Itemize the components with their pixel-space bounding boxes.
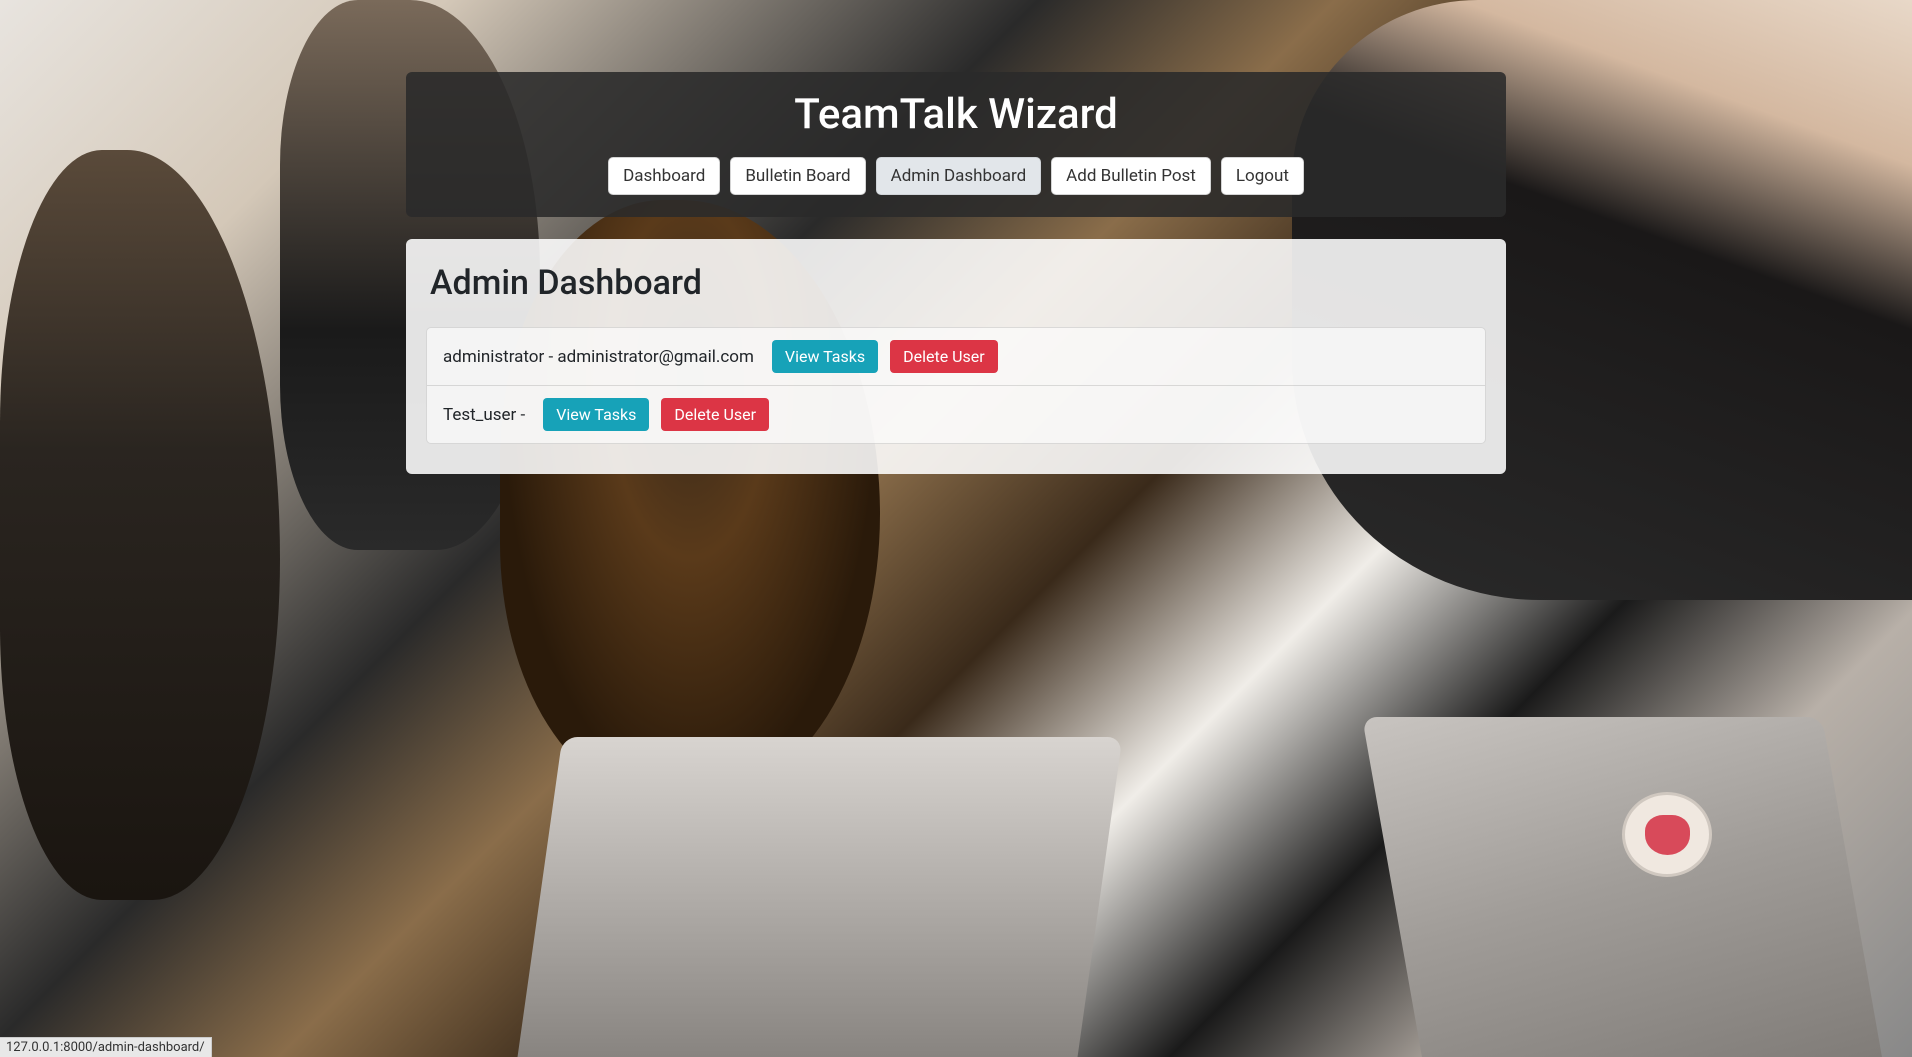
status-bar: 127.0.0.1:8000/admin-dashboard/ <box>0 1037 212 1057</box>
user-label: administrator - administrator@gmail.com <box>443 347 754 367</box>
nav-admin-dashboard[interactable]: Admin Dashboard <box>876 157 1042 195</box>
nav-bulletin-board[interactable]: Bulletin Board <box>730 157 865 195</box>
app-header: TeamTalk Wizard Dashboard Bulletin Board A… <box>406 72 1506 217</box>
page-title: Admin Dashboard <box>426 263 1486 303</box>
nav-add-bulletin-post[interactable]: Add Bulletin Post <box>1051 157 1211 195</box>
user-list: administrator - administrator@gmail.com V… <box>426 327 1486 444</box>
content-card: Admin Dashboard administrator - administ… <box>406 239 1506 474</box>
nav-logout[interactable]: Logout <box>1221 157 1304 195</box>
user-row: Test_user - View Tasks Delete User <box>427 386 1485 443</box>
view-tasks-button[interactable]: View Tasks <box>772 340 878 373</box>
delete-user-button[interactable]: Delete User <box>890 340 998 373</box>
main-nav: Dashboard Bulletin Board Admin DashboardAd… <box>426 157 1486 195</box>
view-tasks-button[interactable]: View Tasks <box>543 398 649 431</box>
delete-user-button[interactable]: Delete User <box>661 398 769 431</box>
app-title: TeamTalk Wizard <box>426 90 1486 139</box>
user-row: administrator - administrator@gmail.com V… <box>427 328 1485 386</box>
user-label: Test_user - <box>443 405 525 425</box>
nav-dashboard[interactable]: Dashboard <box>608 157 720 195</box>
